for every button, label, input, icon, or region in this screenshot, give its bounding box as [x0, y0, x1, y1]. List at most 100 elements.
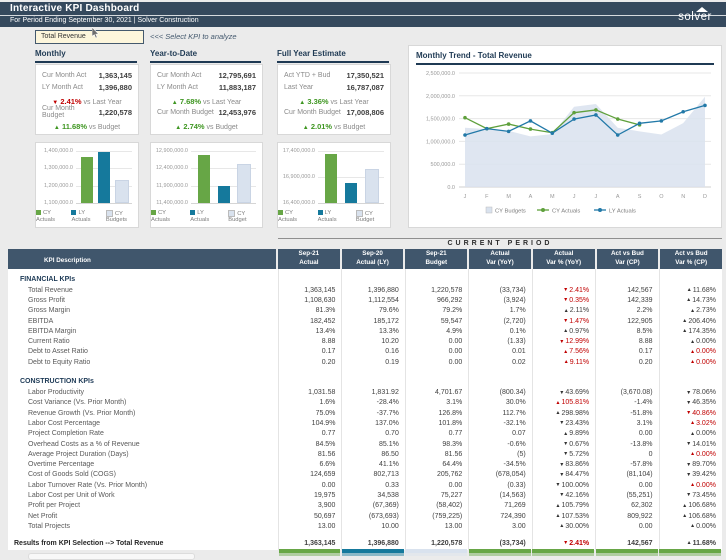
app-header: Interactive KPI Dashboard For Period End…: [0, 2, 726, 27]
table-cell: 79.6%: [341, 306, 404, 316]
table-cell: 86.50: [341, 449, 404, 459]
variance-value: 0.00%: [696, 430, 716, 437]
variance-value: 105.79%: [561, 502, 589, 509]
table-cell: ▼43.69%: [532, 387, 595, 397]
variance-value: 39.42%: [692, 471, 716, 478]
metric-value: 17,008,806: [346, 108, 384, 117]
triangle-down-icon: ▼: [559, 472, 564, 478]
table-cell: 0.77: [278, 429, 341, 439]
variance-value: 107.53%: [561, 513, 589, 520]
column-accent-bar: [596, 549, 658, 553]
table-cell: ▲14.73%: [659, 295, 722, 305]
variance-value: 89.70%: [692, 461, 716, 468]
metric-label: LY Month Act: [157, 84, 198, 91]
triangle-down-icon: ▼: [559, 390, 564, 396]
legend-swatch: [151, 210, 156, 215]
triangle-up-icon: ▲: [690, 349, 695, 355]
panel-title-year-to-date: Year-to-Date: [150, 49, 261, 63]
table-cell: 137.0%: [341, 418, 404, 428]
table-row: Gross Profit1,108,6301,112,554966,292(3,…: [8, 295, 722, 305]
mouse-cursor-icon: [92, 25, 101, 43]
table-cell: 124,659: [278, 470, 341, 480]
row-label: CONSTRUCTION KPIs: [8, 375, 278, 387]
axis-tick-label: 16,900,000.0: [280, 174, 315, 180]
table-cell: ▲9.11%: [532, 357, 595, 367]
metric-label: Cur Month Budget: [284, 109, 341, 116]
table-cell: 1,108,630: [278, 295, 341, 305]
table-cell: 0.20: [278, 357, 341, 367]
mini-bar-chart-year-to-date: 12,900,000.012,400,000.011,900,000.011,4…: [150, 142, 263, 228]
kpi-selector[interactable]: Total Revenue: [35, 30, 144, 44]
table-cell: (800.34): [468, 387, 531, 397]
table-cell: ▲9.89%: [532, 429, 595, 439]
triangle-up-icon: ▲: [563, 328, 568, 334]
variance-value: 0.97%: [569, 328, 589, 335]
legend-item: CY Budgets: [106, 210, 138, 223]
table-cell: 3.00: [468, 521, 531, 531]
triangle-down-icon: ▼: [686, 390, 691, 396]
table-cell: ▼0.35%: [532, 295, 595, 305]
triangle-down-icon: ▼: [686, 472, 691, 478]
chart-legend: CY ActualsLY ActualsCY Budget: [278, 210, 390, 223]
metric-value: 12,795,691: [218, 71, 256, 80]
table-cell: ▲0.00%: [659, 347, 722, 357]
table-cell: 75.0%: [278, 408, 341, 418]
data-marker: [529, 127, 533, 131]
table-row: Profit per Project3,900(67,369)(58,402)7…: [8, 501, 722, 511]
triangle-down-icon: ▼: [555, 482, 560, 488]
table-cell: ▲2.11%: [532, 306, 595, 316]
column-accent-bar: [659, 549, 721, 553]
header-line2: Var (CP): [597, 259, 659, 268]
metric-label: Act YTD + Bud: [284, 72, 330, 79]
table-cell: ▼1.47%: [532, 316, 595, 326]
table-cell: 13.4%: [278, 326, 341, 336]
trend-chart-card: Monthly Trend - Total Revenue 2,500,000.…: [408, 45, 722, 228]
table-cell: 41.1%: [341, 459, 404, 469]
panel-metric-row: Cur Month Budget 17,008,806: [284, 106, 384, 118]
table-row: Labor Productivity1,031.581,831.924,701.…: [8, 387, 722, 397]
header-line2: Var (YoY): [469, 259, 531, 268]
header-line2: Var % (CP): [660, 259, 722, 268]
trend-chart-plot: 2,500,000.02,000,000.01,500,000.01,000,0…: [413, 67, 719, 230]
triangle-up-icon: ▲: [555, 513, 560, 519]
table-cell: 112.7%: [468, 408, 531, 418]
table-cell: 0.16: [341, 347, 404, 357]
variance-value: 0.00%: [696, 348, 716, 355]
column-accent-bar-light: [659, 553, 721, 556]
table-cell: [532, 367, 595, 375]
table-row: Overhead Costs as a % of Revenue84.5%85.…: [8, 439, 722, 449]
scrollbar-thumb[interactable]: [28, 553, 195, 560]
row-label: Labor Cost per Unit of Work: [8, 490, 278, 500]
triangle-up-icon: ▲: [563, 349, 568, 355]
table-cell: 0.00: [278, 480, 341, 490]
column-accent-bar: [469, 549, 531, 553]
table-cell: 1,396,880: [341, 285, 404, 295]
header-line1: Actual: [469, 250, 531, 259]
metric-value: 1,220,578: [99, 108, 132, 117]
legend-swatch: [278, 210, 283, 215]
table-cell: 802,713: [341, 470, 404, 480]
table-row: Cost Variance (Vs. Prior Month)1.6%-28.4…: [8, 398, 722, 408]
row-label: Revenue Growth (Vs. Prior Month): [8, 408, 278, 418]
table-cell: ▼5.72%: [532, 449, 595, 459]
legend-label: CY Actuals: [552, 209, 580, 215]
bar-cy-actuals: [81, 157, 93, 203]
mini-bar-chart-full-year-estimate: 17,400,000.016,900,000.016,400,000.0CY A…: [277, 142, 391, 228]
table-cell: [341, 367, 404, 375]
table-row: Revenue Growth (Vs. Prior Month)75.0%-37…: [8, 408, 722, 418]
bar-cy-budget: [237, 164, 251, 203]
legend-item: LY Actuals: [71, 210, 98, 222]
delta-percent: 11.68%: [60, 122, 87, 131]
legend-swatch: [318, 210, 323, 215]
data-marker: [703, 104, 707, 108]
metric-label: Last Year: [284, 84, 313, 91]
table-cell: 142,567: [595, 537, 658, 550]
table-cell: 185,172: [341, 316, 404, 326]
current-period-rule: [278, 238, 722, 239]
variance-value: 14.73%: [692, 297, 716, 304]
data-marker: [572, 111, 576, 115]
metric-value: 17,350,521: [346, 71, 384, 80]
variance-value: 0.00%: [696, 338, 716, 345]
table-cell: 8.5%: [595, 326, 658, 336]
triangle-down-icon: ▼: [559, 420, 564, 426]
